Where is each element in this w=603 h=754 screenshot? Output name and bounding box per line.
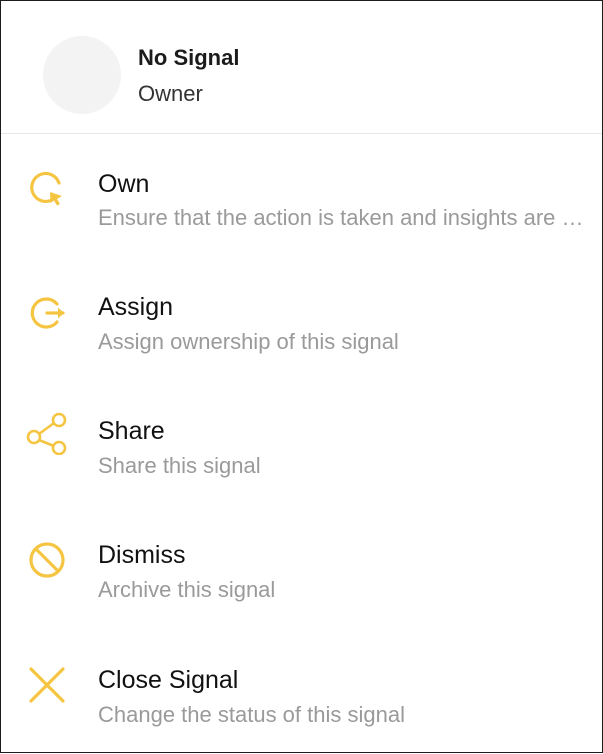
menu-desc-dismiss: Archive this signal <box>98 577 276 602</box>
menu-desc-close-signal: Change the status of this signal <box>98 702 405 727</box>
avatar <box>43 36 121 114</box>
close-icon <box>25 663 69 707</box>
signal-header: No Signal Owner <box>1 1 602 134</box>
menu-label-assign: Assign <box>98 293 174 321</box>
menu-desc-own: Ensure that the action is taken and insi… <box>98 205 585 230</box>
dismiss-icon <box>25 538 69 582</box>
menu-item-dismiss[interactable]: Dismiss Archive this signal <box>1 519 602 629</box>
menu-label-own: Own <box>98 170 150 198</box>
own-icon <box>25 168 69 212</box>
menu-label-share: Share <box>98 417 165 445</box>
signal-owner-label: Owner <box>138 81 203 106</box>
menu-item-share[interactable]: Share Share this signal <box>1 395 602 505</box>
assign-icon <box>25 291 69 335</box>
action-sheet: No Signal Owner Own Ensure that the acti… <box>0 0 603 753</box>
menu-item-close-signal[interactable]: Close Signal Change the status of this s… <box>1 644 602 754</box>
share-icon <box>25 411 69 455</box>
menu-desc-assign: Assign ownership of this signal <box>98 329 399 354</box>
menu-label-close-signal: Close Signal <box>98 666 239 694</box>
menu-item-assign[interactable]: Assign Assign ownership of this signal <box>1 271 602 381</box>
menu-desc-share: Share this signal <box>98 453 261 478</box>
signal-title: No Signal <box>138 45 240 70</box>
menu-label-dismiss: Dismiss <box>98 541 186 569</box>
menu-item-own[interactable]: Own Ensure that the action is taken and … <box>1 146 602 256</box>
